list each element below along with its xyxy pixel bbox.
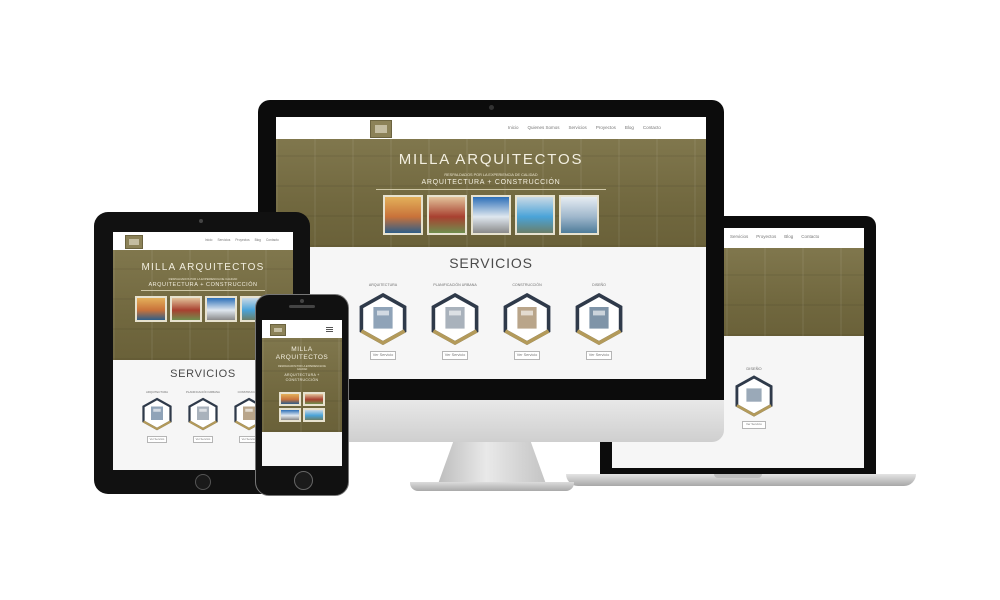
camera-icon <box>300 299 304 303</box>
service-button[interactable]: Ver Servicio <box>514 350 540 360</box>
service-label: PLANIFICACIÓN URBANA <box>433 283 477 287</box>
nav-link-contacto[interactable]: Contacto <box>266 238 279 242</box>
nav-link-inicio[interactable]: Inicio <box>205 238 212 242</box>
project-thumbnail[interactable] <box>279 392 301 406</box>
service-card: ARQUITECTURA Ver Servicio <box>356 283 410 360</box>
nav-link-proyectos[interactable]: Proyectos <box>756 234 776 239</box>
nav-link-proyectos[interactable]: Proyectos <box>596 125 616 130</box>
desktop-hero-subtitle: ARQUITECTURA + CONSTRUCCIÓN <box>421 179 561 186</box>
project-thumbnail[interactable] <box>134 296 167 322</box>
tablet-hero-tagline: RESPALDADOS POR LA EXPERIENCIA DE CALIDA… <box>168 277 238 281</box>
service-button[interactable]: Ver Servicio <box>370 350 396 360</box>
tablet-hero-subtitle: ARQUITECTURA + CONSTRUCCIÓN <box>148 282 258 288</box>
tablet-hero-rule <box>141 290 265 291</box>
service-label: ARQUITECTURA <box>368 283 398 287</box>
phone-hero-title: MILLA ARQUITECTOS <box>275 346 329 361</box>
service-card: PLANIFICACIÓN URBANA Ver Servicio <box>428 283 482 360</box>
tablet-site-header: Inicio Servicios Proyectos Blog Contacto <box>113 232 293 251</box>
project-thumbnail[interactable] <box>303 392 325 406</box>
phone-thumbnails <box>277 392 327 422</box>
desktop-hero-title: MILLA ARQUITECTOS <box>398 151 584 168</box>
service-card: CONSTRUCCIÓN Ver Servicio <box>500 283 554 360</box>
nav-link-contacto[interactable]: Contacto <box>801 234 819 239</box>
phone-services <box>262 432 342 466</box>
desktop-hero: MILLA ARQUITECTOS RESPALDADOS POR LA EXP… <box>276 139 706 247</box>
laptop-service-diseno: DISEÑO Ver Servicio <box>734 366 774 429</box>
nav-link-inicio[interactable]: Inicio <box>508 125 519 130</box>
project-thumbnail[interactable] <box>204 296 237 322</box>
desktop-nav: Inicio Quienes Somos Servicios Proyectos… <box>508 125 661 130</box>
speaker-icon <box>289 305 315 308</box>
service-button[interactable]: Ver Servicio <box>193 435 213 443</box>
service-label: DISEÑO <box>592 283 606 287</box>
phone-hero-tagline: RESPALDADOS POR LA EXPERIENCIA DE CALIDA… <box>278 365 326 371</box>
phone-screen: MILLA ARQUITECTOS RESPALDADOS POR LA EXP… <box>262 320 342 466</box>
nav-link-contacto[interactable]: Contacto <box>643 125 661 130</box>
service-label: PLANIFICACIÓN URBANA <box>186 390 220 394</box>
phone-hero-subtitle: ARQUITECTURA + CONSTRUCCIÓN <box>284 373 320 382</box>
hexagon-icon <box>359 292 407 346</box>
tablet-nav: Inicio Servicios Proyectos Blog Contacto <box>205 238 279 242</box>
desktop-site-header: Inicio Quienes Somos Servicios Proyectos… <box>276 117 706 140</box>
hamburger-menu-icon[interactable] <box>326 327 333 332</box>
site-logo[interactable] <box>370 120 392 138</box>
laptop-nav: Servicios Proyectos Blog Contacto <box>730 234 819 239</box>
camera-icon <box>489 105 494 110</box>
nav-link-servicios[interactable]: Servicios <box>217 238 230 242</box>
project-thumbnail[interactable] <box>427 195 467 235</box>
service-button[interactable]: Ver Servicio <box>442 350 468 360</box>
tablet-thumbnails <box>133 296 273 322</box>
desktop-services-title: SERVICIOS <box>449 255 533 271</box>
desktop-hero-tagline: RESPALDADOS POR LA EXPERIENCIA DE CALIDA… <box>444 173 538 177</box>
service-label: ARQUITECTURA <box>145 390 169 394</box>
service-card: DISEÑO Ver Servicio <box>572 283 626 360</box>
project-thumbnail[interactable] <box>169 296 202 322</box>
hexagon-icon <box>735 375 773 417</box>
site-logo[interactable] <box>270 324 286 336</box>
nav-link-blog[interactable]: Blog <box>784 234 793 239</box>
project-thumbnail[interactable] <box>515 195 555 235</box>
desktop-thumbnails <box>276 195 706 235</box>
nav-link-blog[interactable]: Blog <box>255 238 261 242</box>
project-thumbnail[interactable] <box>471 195 511 235</box>
service-card: ARQUITECTURA Ver Servicio <box>139 390 175 443</box>
hexagon-icon <box>575 292 623 346</box>
phone-hero: MILLA ARQUITECTOS RESPALDADOS POR LA EXP… <box>262 338 342 432</box>
project-thumbnail[interactable] <box>383 195 423 235</box>
nav-link-proyectos[interactable]: Proyectos <box>235 238 249 242</box>
hexagon-icon <box>142 397 172 431</box>
desktop-monitor-base <box>410 482 574 491</box>
laptop-notch <box>714 474 762 478</box>
desktop-monitor-stand <box>438 442 546 484</box>
laptop-service-button[interactable]: Ver Servicio <box>742 421 766 429</box>
site-logo[interactable] <box>125 235 143 249</box>
project-thumbnail[interactable] <box>279 408 301 422</box>
phone-site-header <box>262 320 342 339</box>
nav-link-servicios[interactable]: Servicios <box>569 125 587 130</box>
hexagon-icon <box>431 292 479 346</box>
service-button[interactable]: Ver Servicio <box>147 435 167 443</box>
home-button[interactable] <box>294 471 313 490</box>
desktop-hero-rule <box>376 189 606 190</box>
nav-link-quienes-somos[interactable]: Quienes Somos <box>528 125 560 130</box>
home-button[interactable] <box>195 474 211 490</box>
service-card: PLANIFICACIÓN URBANA Ver Servicio <box>185 390 221 443</box>
nav-link-blog[interactable]: Blog <box>625 125 634 130</box>
project-thumbnail[interactable] <box>303 408 325 422</box>
camera-icon <box>199 219 203 223</box>
service-label: CONSTRUCCIÓN <box>512 283 542 287</box>
tablet-hero-title: MILLA ARQUITECTOS <box>141 262 265 273</box>
hexagon-icon <box>503 292 551 346</box>
project-thumbnail[interactable] <box>559 195 599 235</box>
service-button[interactable]: Ver Servicio <box>586 350 612 360</box>
nav-link-servicios[interactable]: Servicios <box>730 234 748 239</box>
hexagon-icon <box>188 397 218 431</box>
